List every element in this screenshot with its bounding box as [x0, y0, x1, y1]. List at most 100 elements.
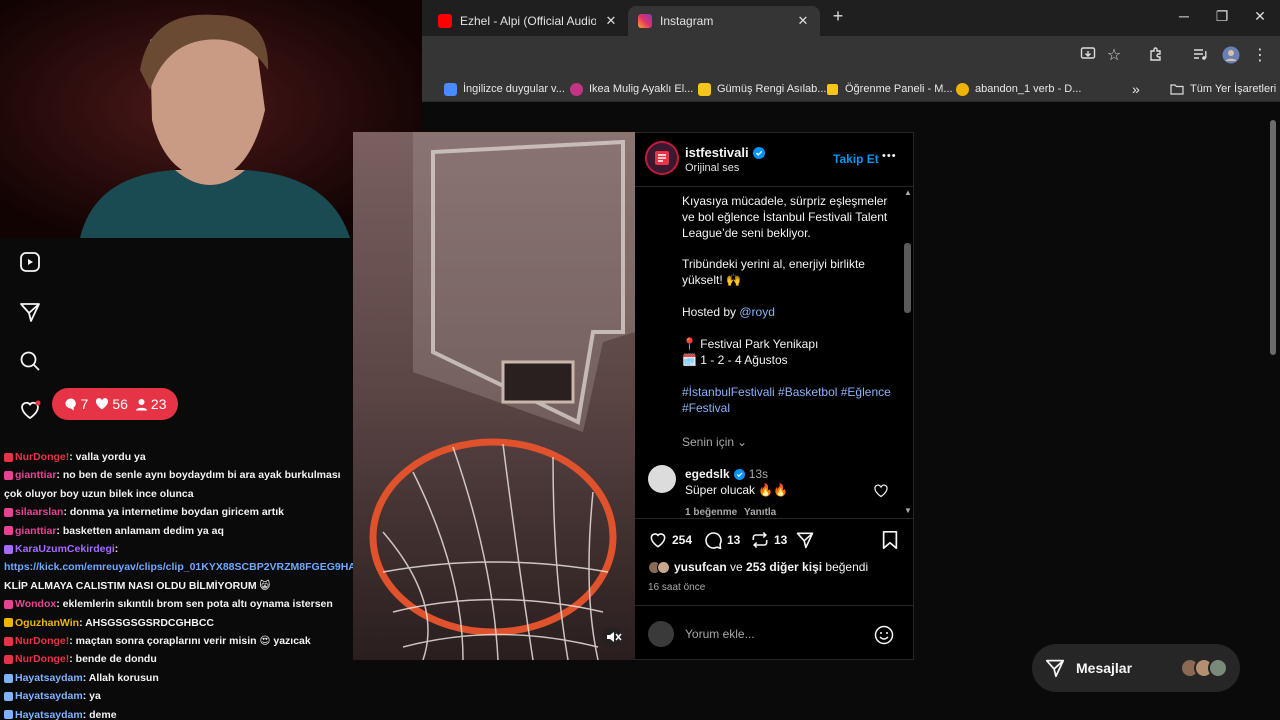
maximize-button[interactable]: ❐	[1212, 8, 1232, 25]
chat-username[interactable]: OguzhanWin	[15, 617, 79, 629]
messages-dock[interactable]: Mesajlar	[1032, 644, 1240, 692]
chat-username[interactable]: Hayatsaydam	[15, 672, 83, 684]
save-action[interactable]	[881, 530, 899, 550]
tab-youtube[interactable]: Ezhel - Alpi (Official Audio) - Yo ✕	[428, 6, 628, 36]
liked-by: yusufcan ve 253 diğer kişi beğendi	[648, 560, 868, 574]
page-scrollbar-thumb[interactable]	[1270, 120, 1276, 355]
author-username[interactable]: istfestivali	[685, 145, 765, 160]
comments-scrollbar[interactable]: ▲ ▼	[903, 188, 912, 518]
chat-username[interactable]: Hayatsaydam	[15, 709, 83, 720]
messages-nav-icon[interactable]	[18, 300, 42, 324]
chat-username[interactable]: gianttiar	[15, 525, 56, 537]
chat-username[interactable]: KaraUzumCekirdegi	[15, 543, 115, 555]
chat-username[interactable]: NurDonge!	[15, 451, 69, 463]
chat-badge-icon	[4, 526, 13, 536]
user-icon	[135, 398, 147, 410]
message-avatars	[1180, 658, 1228, 678]
bookmark-star-icon[interactable]: ☆	[1104, 46, 1124, 66]
comment-like-icon[interactable]	[874, 484, 888, 503]
caption-hashtags[interactable]: #İstanbulFestivali #Basketbol #Eğlence #…	[682, 384, 892, 416]
basketball-hoop-image	[353, 132, 635, 660]
chat-message: Wondox: eklemlerin sıkıntılı brom sen po…	[0, 595, 360, 613]
caption-location: 📍 Festival Park Yenikapı	[682, 337, 819, 351]
chat-badge-icon	[4, 618, 13, 628]
bookmark-favicon-icon	[956, 82, 969, 96]
media-control-icon[interactable]	[1190, 46, 1210, 66]
profile-avatar[interactable]	[1221, 46, 1241, 66]
share-icon	[796, 532, 814, 549]
scroll-up-icon: ▲	[904, 188, 912, 197]
repost-icon	[752, 531, 768, 549]
for-you-dropdown[interactable]: Senin için ⌄	[682, 435, 747, 449]
bookmark-item[interactable]: Gümüş Rengi Asılab...	[698, 79, 826, 99]
chat-badge-icon	[4, 710, 13, 720]
bookmark-favicon-icon	[570, 82, 583, 96]
liker-username[interactable]: yusufcan	[674, 560, 727, 574]
more-options-icon[interactable]: •••	[882, 150, 897, 162]
comment-action[interactable]: 13	[703, 530, 740, 550]
bookmark-favicon-icon	[698, 82, 711, 96]
close-tab-icon[interactable]: ✕	[796, 13, 810, 29]
chat-username[interactable]: NurDonge!	[15, 635, 69, 647]
close-window-button[interactable]: ✕	[1250, 8, 1270, 25]
chat-text: : maçtan sonra çoraplarını verir misin 😍…	[69, 635, 311, 648]
share-action[interactable]	[795, 530, 815, 550]
chat-badge-icon	[4, 544, 13, 554]
comment-input[interactable]: Yorum ekle...	[685, 627, 755, 641]
emoji-icon[interactable]	[874, 625, 894, 650]
reel-video[interactable]	[353, 132, 635, 660]
extensions-icon[interactable]	[1146, 46, 1166, 66]
reply-button[interactable]: Yanıtla	[744, 507, 776, 518]
divider	[635, 518, 914, 519]
bookmark-item[interactable]: abandon_1 verb - D...	[956, 79, 1081, 99]
repost-action[interactable]: 13	[750, 530, 787, 550]
post-timestamp: 16 saat önce	[648, 582, 706, 593]
chat-text: :	[114, 543, 119, 556]
chat-link[interactable]: https://kick.com/emreuyav/clips/clip_01K…	[4, 561, 360, 573]
install-app-icon[interactable]	[1078, 46, 1098, 66]
notifications-heart-icon[interactable]	[18, 398, 42, 422]
comment-icon	[65, 398, 76, 411]
chat-message: gianttiar: no ben de senle aynı boydaydı…	[0, 466, 360, 503]
close-tab-icon[interactable]: ✕	[604, 13, 618, 29]
heart-icon	[650, 533, 666, 548]
tab-instagram[interactable]: Instagram ✕	[628, 6, 820, 36]
verified-badge-icon	[752, 146, 765, 159]
chat-username[interactable]: gianttiar	[15, 469, 56, 481]
audio-label[interactable]: Orijinal ses	[685, 162, 739, 174]
chat-badge-icon	[4, 599, 13, 609]
chat-count: 7	[64, 396, 88, 412]
comment-likes[interactable]: 1 beğenme	[685, 507, 737, 518]
chat-text: : deme	[82, 708, 117, 720]
chat-badge-icon	[4, 692, 13, 701]
likes-count-link[interactable]: 253 diğer kişi	[746, 560, 822, 574]
bookmark-item[interactable]: İngilizce duygular v...	[444, 79, 565, 99]
search-icon[interactable]	[18, 349, 42, 373]
mute-toggle-icon[interactable]	[604, 628, 622, 646]
heart-icon	[96, 398, 109, 410]
all-bookmarks-folder[interactable]: Tüm Yer İşaretleri	[1170, 79, 1276, 99]
chat-text: : valla yordu ya	[69, 451, 146, 463]
bookmark-item[interactable]: Ikea Mulig Ayaklı El...	[570, 79, 693, 99]
author-avatar[interactable]	[645, 141, 679, 175]
bookmark-item[interactable]: Öğrenme Paneli - M...	[826, 79, 953, 99]
chat-username[interactable]: Hayatsaydam	[15, 690, 83, 702]
like-action[interactable]: 254	[648, 530, 692, 550]
menu-dots-icon[interactable]: ⋮	[1250, 46, 1270, 66]
chat-username[interactable]: silaarslan	[15, 506, 63, 518]
commenter-username[interactable]: egedslk	[685, 467, 730, 481]
new-tab-button[interactable]: +	[828, 6, 848, 27]
commenter-avatar[interactable]	[648, 465, 676, 493]
chat-username[interactable]: Wondox	[15, 598, 56, 610]
comment-icon	[705, 532, 722, 550]
follow-button[interactable]: Takip Et	[833, 152, 879, 166]
current-user-avatar	[648, 621, 674, 647]
mention-link[interactable]: @royd	[739, 305, 775, 319]
chat-username[interactable]: NurDonge!	[15, 653, 69, 665]
chat-text: : eklemlerin sıkıntılı brom sen pota alt…	[56, 598, 333, 611]
caption-dates: 🗓️ 1 - 2 - 4 Ağustos	[682, 353, 788, 367]
minimize-button[interactable]: ─	[1174, 8, 1194, 24]
verified-badge-icon	[733, 468, 745, 480]
reels-icon[interactable]	[18, 250, 42, 274]
bookmarks-overflow-button[interactable]: »	[1132, 79, 1140, 99]
